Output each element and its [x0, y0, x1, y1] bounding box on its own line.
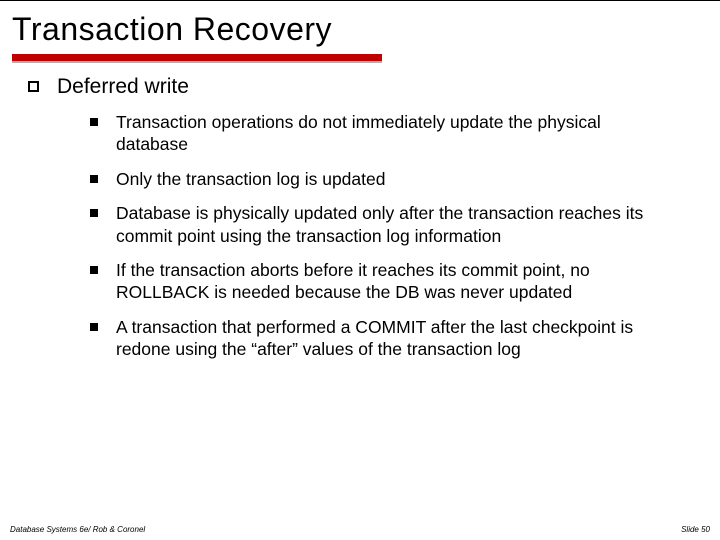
footer-right: Slide 50 [681, 525, 710, 534]
list-item: Deferred write [28, 75, 680, 99]
level2-text: Database is physically updated only afte… [116, 202, 670, 247]
level2-text: Transaction operations do not immediatel… [116, 111, 670, 156]
square-bullet-icon [90, 175, 98, 183]
square-bullet-icon [90, 118, 98, 126]
level2-text: A transaction that performed a COMMIT af… [116, 316, 670, 361]
list-item: Only the transaction log is updated [90, 168, 670, 190]
list-item: Database is physically updated only afte… [90, 202, 670, 247]
slide-title: Transaction Recovery [0, 1, 720, 54]
list-item: Transaction operations do not immediatel… [90, 111, 670, 156]
list-item: A transaction that performed a COMMIT af… [90, 316, 670, 361]
square-bullet-icon [90, 323, 98, 331]
square-bullet-icon [90, 266, 98, 274]
list-item: If the transaction aborts before it reac… [90, 259, 670, 304]
sub-list: Transaction operations do not immediatel… [28, 111, 680, 361]
footer-left: Database Systems 6e/ Rob & Coronel [10, 525, 145, 534]
slide: Transaction Recovery Deferred write Tran… [0, 0, 720, 540]
title-underline [0, 54, 720, 63]
level1-text: Deferred write [57, 75, 189, 99]
content-area: Deferred write Transaction operations do… [0, 63, 720, 361]
square-bullet-icon [90, 209, 98, 217]
square-outline-bullet-icon [28, 81, 39, 92]
level2-text: Only the transaction log is updated [116, 168, 385, 190]
red-bar [12, 54, 382, 61]
level2-text: If the transaction aborts before it reac… [116, 259, 670, 304]
